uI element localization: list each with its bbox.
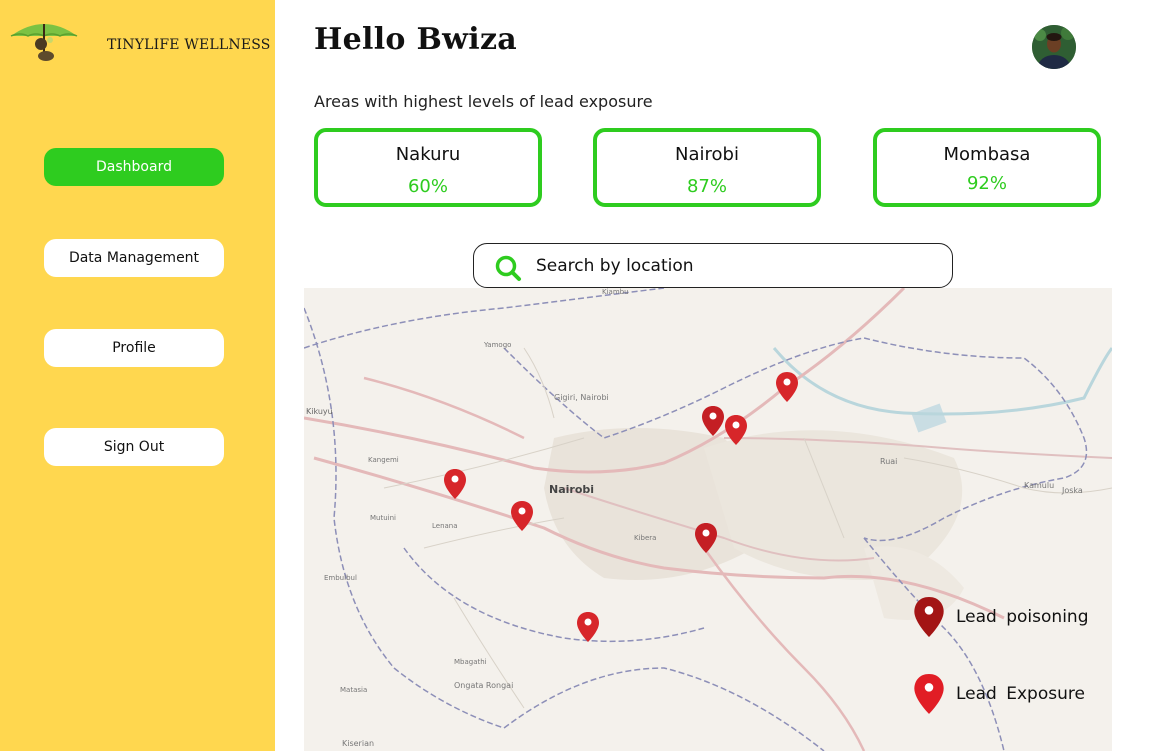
stat-card-mombasa[interactable]: Mombasa 92% [873, 128, 1101, 207]
stat-value: 60% [407, 176, 448, 197]
brand-name: TINYLIFE WELLNESS [107, 37, 271, 53]
map-pin-icon[interactable] [444, 469, 466, 499]
nav-data-management-button[interactable]: Data Management [44, 239, 224, 277]
map-label-lenana: Lenana [432, 522, 458, 530]
map-label-gigiri: Gigiri, Nairobi [554, 393, 609, 402]
brand-logo-icon [8, 14, 80, 62]
map-label-kamulu: Kamulu [1024, 481, 1054, 490]
map-label-ruai: Ruai [880, 457, 897, 466]
page-title: Hello Bwiza [314, 22, 518, 57]
map-pin-icon [914, 597, 944, 637]
stat-card-nairobi[interactable]: Nairobi 87% [593, 128, 821, 207]
legend-label: Lead Exposure [956, 684, 1085, 704]
map-label-nairobi: Nairobi [549, 483, 594, 496]
map-label-ongata: Ongata Rongai [454, 681, 513, 690]
map-pin-icon[interactable] [702, 406, 724, 436]
stat-value: 92% [966, 173, 1007, 194]
map-pin-icon[interactable] [695, 523, 717, 553]
map-label-kibera: Kibera [634, 534, 656, 542]
map-label-kikuyu: Kikuyu [306, 407, 333, 416]
map-pin-icon[interactable] [725, 415, 747, 445]
stat-card-nakuru[interactable]: Nakuru 60% [314, 128, 542, 207]
map-label-joska: Joska [1061, 486, 1083, 495]
search-icon[interactable] [494, 254, 522, 282]
map-label-embulbul: Embulbul [324, 574, 357, 582]
map-pin-icon[interactable] [776, 372, 798, 402]
map-pin-icon[interactable] [511, 501, 533, 531]
nav-sign-out-button[interactable]: Sign Out [44, 428, 224, 466]
stat-city: Mombasa [943, 144, 1031, 165]
map-label-mbagathi: Mbagathi [454, 658, 487, 666]
location-search[interactable] [473, 243, 953, 288]
map-pin-icon[interactable] [577, 612, 599, 642]
map-label-kiserian: Kiserian [342, 739, 374, 748]
summary-title: Areas with highest levels of lead exposu… [314, 92, 653, 111]
map-label-mutuini: Mutuini [370, 514, 396, 522]
legend-lead-poisoning: Lead poisoning [914, 597, 1088, 637]
map-label-kangemi: Kangemi [368, 456, 399, 464]
map-label-kiambu: Kiambu [602, 288, 629, 296]
nav-dashboard-button[interactable]: Dashboard [44, 148, 224, 186]
map-label-matasia: Matasia [340, 686, 367, 694]
user-avatar[interactable] [1032, 25, 1076, 69]
search-input[interactable] [536, 252, 936, 280]
map-pin-icon [914, 674, 944, 714]
legend-lead-exposure: Lead Exposure [914, 674, 1085, 714]
sidebar: TINYLIFE WELLNESS Dashboard Data Managem… [0, 0, 275, 751]
nav-profile-button[interactable]: Profile [44, 329, 224, 367]
stat-city: Nairobi [675, 144, 739, 165]
map-label-yamogo: Yamogo [483, 341, 511, 349]
stat-value: 87% [686, 176, 727, 197]
stat-city: Nakuru [395, 144, 461, 165]
legend-label: Lead poisoning [956, 607, 1089, 627]
